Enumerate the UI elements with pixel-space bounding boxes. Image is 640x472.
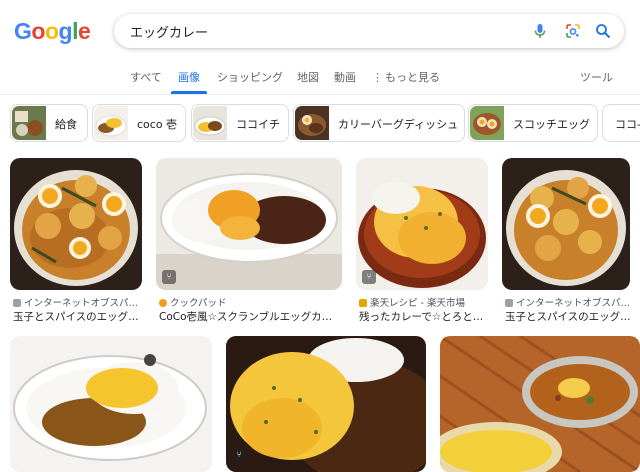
- related-chips: 給食 coco 壱 ココイチ カリーバーグディッシュ スコッチエッグ ココ-: [0, 104, 640, 142]
- chip-label: スコッチエッグ: [513, 118, 590, 131]
- chip-thumbnail: [295, 106, 329, 140]
- tab-images[interactable]: 画像: [178, 69, 200, 85]
- tab-maps[interactable]: 地図: [297, 69, 319, 85]
- result-title[interactable]: 残ったカレーで☆とろと…: [359, 309, 483, 324]
- site-favicon-icon: [359, 299, 367, 307]
- result-image: [226, 336, 426, 472]
- recipe-badge-icon: ⑂: [362, 270, 376, 284]
- result-image: [356, 158, 488, 290]
- chip-label: ココイチ: [236, 118, 280, 131]
- chip-label: 給食: [55, 118, 77, 131]
- chip-thumbnail: [193, 106, 227, 140]
- result-image: [10, 336, 212, 472]
- image-result[interactable]: ⑂ クックパッド CoCo壱風☆スクランブルエッグカ…: [156, 158, 342, 328]
- google-lens-icon[interactable]: [565, 23, 581, 39]
- tab-more[interactable]: ⋮ もっと見る: [372, 69, 440, 85]
- result-source-text: インターネットオブスパ…: [516, 298, 631, 309]
- active-tab-indicator: [171, 91, 207, 94]
- result-source[interactable]: クックパッド: [159, 295, 227, 309]
- chip-cocoichi[interactable]: ココイチ: [191, 104, 289, 142]
- result-source-text: クックパッド: [170, 298, 227, 309]
- chip-thumbnail: [470, 106, 504, 140]
- tab-videos[interactable]: 動画: [334, 69, 356, 85]
- chip-thumbnail: [94, 106, 128, 140]
- google-logo[interactable]: Google: [14, 18, 91, 45]
- result-title[interactable]: CoCo壱風☆スクランブルエッグカ…: [159, 309, 332, 324]
- tools-button[interactable]: ツール: [580, 69, 613, 85]
- result-source-text: インターネットオブスパ…: [24, 298, 139, 309]
- result-source-text: 楽天レシピ - 楽天市場: [370, 298, 465, 309]
- image-result[interactable]: ⑂ 楽天レシピ - 楽天市場 残ったカレーで☆とろと…: [356, 158, 488, 328]
- header: Google エッグカレー: [0, 0, 640, 64]
- site-favicon-icon: [159, 299, 167, 307]
- chip-coco-more[interactable]: ココ-: [602, 104, 640, 142]
- site-favicon-icon: [505, 299, 513, 307]
- result-image: [156, 158, 342, 290]
- image-result[interactable]: インターネットオブスパ… 玉子とスパイスのエッグ…: [10, 158, 142, 328]
- result-image: [502, 158, 630, 290]
- site-favicon-icon: [13, 299, 21, 307]
- result-image: [440, 336, 640, 472]
- logo-letter: o: [31, 18, 45, 44]
- result-title[interactable]: 玉子とスパイスのエッグ…: [505, 309, 631, 324]
- result-title[interactable]: 玉子とスパイスのエッグ…: [13, 309, 139, 324]
- image-result[interactable]: [440, 336, 640, 472]
- recipe-badge-icon: ⑂: [232, 448, 246, 462]
- chip-label: カリーバーグディッシュ: [338, 118, 459, 131]
- more-vert-icon: ⋮: [372, 71, 383, 84]
- image-result[interactable]: インターネットオブスパ… 玉子とスパイスのエッグ…: [502, 158, 631, 328]
- tab-all[interactable]: すべて: [130, 69, 162, 85]
- result-source[interactable]: インターネットオブスパ…: [13, 295, 138, 309]
- search-box[interactable]: エッグカレー: [114, 14, 624, 48]
- logo-letter: g: [58, 18, 73, 44]
- image-result[interactable]: ⑂: [226, 336, 426, 472]
- chip-coco-ichi[interactable]: coco 壱: [92, 104, 186, 142]
- search-tabs: すべて 画像 ショッピング 地図 動画 ⋮ もっと見る ツール: [0, 64, 640, 95]
- result-source[interactable]: 楽天レシピ - 楽天市場: [359, 295, 465, 309]
- chip-thumbnail: [12, 106, 46, 140]
- recipe-badge-icon: ⑂: [162, 270, 176, 284]
- logo-letter: o: [44, 18, 59, 44]
- chip-kyushoku[interactable]: 給食: [10, 104, 88, 142]
- tab-shopping[interactable]: ショッピング: [217, 69, 283, 85]
- chip-label: coco 壱: [137, 118, 178, 131]
- result-image: [10, 158, 142, 290]
- search-input[interactable]: エッグカレー: [130, 22, 208, 41]
- search-icon[interactable]: [595, 23, 611, 39]
- chip-label: ココ-: [615, 118, 640, 131]
- result-source[interactable]: インターネットオブスパ…: [505, 295, 630, 309]
- chip-curry-burg-dish[interactable]: カリーバーグディッシュ: [293, 104, 465, 142]
- logo-letter: e: [77, 18, 91, 44]
- logo-letter: G: [14, 18, 32, 44]
- tab-more-label: もっと見る: [385, 71, 440, 84]
- chip-scotch-egg[interactable]: スコッチエッグ: [468, 104, 598, 142]
- image-result[interactable]: [10, 336, 212, 472]
- microphone-icon[interactable]: [532, 23, 548, 39]
